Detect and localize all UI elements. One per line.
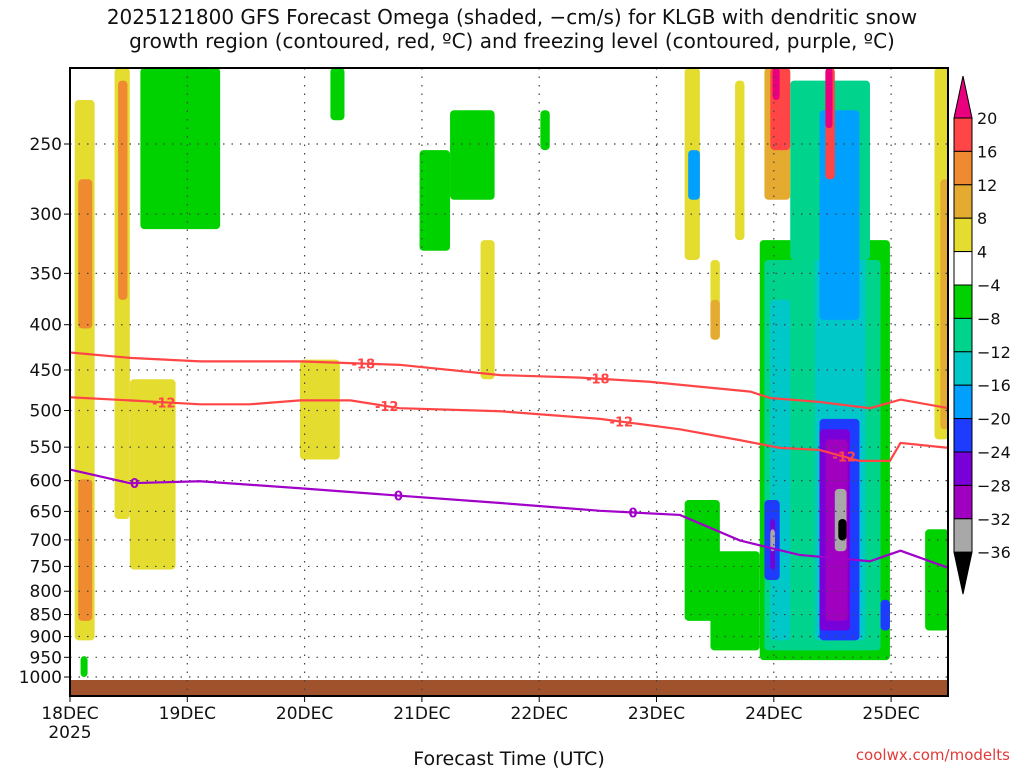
ground-band <box>70 680 948 696</box>
omega-region <box>80 656 88 678</box>
colorbar-swatch <box>953 251 973 286</box>
x-tick-label: 21DEC <box>393 704 450 724</box>
omega-region <box>78 179 93 329</box>
y-tick-label: 450 <box>30 361 62 381</box>
y-tick-label: 400 <box>30 316 62 336</box>
omega-region <box>140 68 221 230</box>
y-tick-label: 600 <box>30 472 62 492</box>
omega-region <box>688 150 700 200</box>
colorbar-swatch <box>953 384 973 420</box>
omega-region <box>330 68 345 121</box>
colorbar-swatch <box>953 117 973 152</box>
contour-label: 0 <box>394 490 403 505</box>
omega-region <box>880 599 890 631</box>
colorbar-swatch <box>953 317 973 353</box>
y-tick-label: 650 <box>30 502 62 522</box>
colorbar-label: −24 <box>977 443 1011 462</box>
colorbar-label: −32 <box>977 510 1011 529</box>
y-tick-label: 1000 <box>19 668 62 688</box>
colorbar-label: −12 <box>977 343 1011 362</box>
colorbar-label: −36 <box>977 543 1011 562</box>
x-tick-label: 24DEC <box>745 704 802 724</box>
x-tick-label: 19DEC <box>159 704 216 724</box>
y-tick-label: 500 <box>30 402 62 422</box>
omega-region <box>299 359 340 460</box>
y-tick-label: 350 <box>30 264 62 284</box>
colorbar-swatch <box>953 150 973 186</box>
y-tick-label: 700 <box>30 531 62 551</box>
colorbar-label: 4 <box>977 243 987 262</box>
colorbar-swatch <box>953 451 973 486</box>
chart: 2025121800 GFS Forecast Omega (shaded, −… <box>0 0 1024 768</box>
x-tick-label: 18DEC <box>41 704 98 724</box>
colorbar-label: −16 <box>977 376 1011 395</box>
omega-region <box>710 551 760 651</box>
x-tick-label: 25DEC <box>862 704 919 724</box>
colorbar-label: 8 <box>977 209 987 228</box>
omega-region <box>772 68 780 101</box>
y-tick-label: 250 <box>30 135 62 155</box>
colorbar-label: −28 <box>977 476 1011 495</box>
colorbar-swatch <box>953 484 973 520</box>
colorbar-arrow-top <box>953 75 973 119</box>
colorbar-label: −8 <box>977 309 1001 328</box>
shaded-field <box>74 68 948 678</box>
omega-region <box>838 519 847 541</box>
credit-text: coolwx.com/modelts <box>855 746 1010 764</box>
omega-region <box>710 299 720 340</box>
contour-label: 0 <box>629 507 638 522</box>
colorbar-label: 20 <box>977 109 997 128</box>
omega-region <box>480 240 495 380</box>
y-tick-label: 300 <box>30 205 62 225</box>
colorbar-label: 16 <box>977 142 997 161</box>
x-tick-label: 23DEC <box>628 704 685 724</box>
omega-region <box>78 479 93 621</box>
plot-area: 2503003504004505005506006507007508008509… <box>19 67 1011 768</box>
x-tick-label: 22DEC <box>511 704 568 724</box>
y-tick-label: 800 <box>30 582 62 602</box>
y-tick-label: 900 <box>30 628 62 648</box>
contour-label: -12 <box>832 451 856 466</box>
omega-region <box>540 110 550 151</box>
contour-label: -12 <box>375 400 399 415</box>
contour-label: 0 <box>130 477 139 492</box>
colorbar-swatch <box>953 184 973 219</box>
omega-region <box>450 110 495 200</box>
colorbar-label: −4 <box>977 276 1001 295</box>
contour-label: -12 <box>610 416 634 431</box>
y-tick-label: 950 <box>30 648 62 668</box>
x-tick-sublabel: 2025 <box>48 723 91 743</box>
colorbar-swatch <box>953 217 973 253</box>
colorbar-swatch <box>953 418 973 453</box>
contour-label: -18 <box>352 358 376 373</box>
colorbar-swatch <box>953 284 973 319</box>
colorbar-arrow-bottom <box>953 551 973 595</box>
omega-region <box>118 80 128 300</box>
omega-region <box>770 299 791 641</box>
omega-region <box>735 80 745 241</box>
y-tick-label: 850 <box>30 606 62 626</box>
colorbar-swatch <box>953 518 973 553</box>
omega-region <box>419 150 451 251</box>
y-tick-label: 750 <box>30 557 62 577</box>
x-tick-label: 20DEC <box>276 704 333 724</box>
colorbar-label: −20 <box>977 410 1011 429</box>
y-tick-label: 550 <box>30 438 62 458</box>
omega-region <box>825 68 833 129</box>
omega-region <box>925 529 948 631</box>
colorbar-swatch <box>953 351 973 386</box>
x-axis-label: Forecast Time (UTC) <box>413 748 604 768</box>
contour-label: -18 <box>586 373 610 388</box>
contour-label: -12 <box>152 396 176 411</box>
colorbar-label: 12 <box>977 176 997 195</box>
